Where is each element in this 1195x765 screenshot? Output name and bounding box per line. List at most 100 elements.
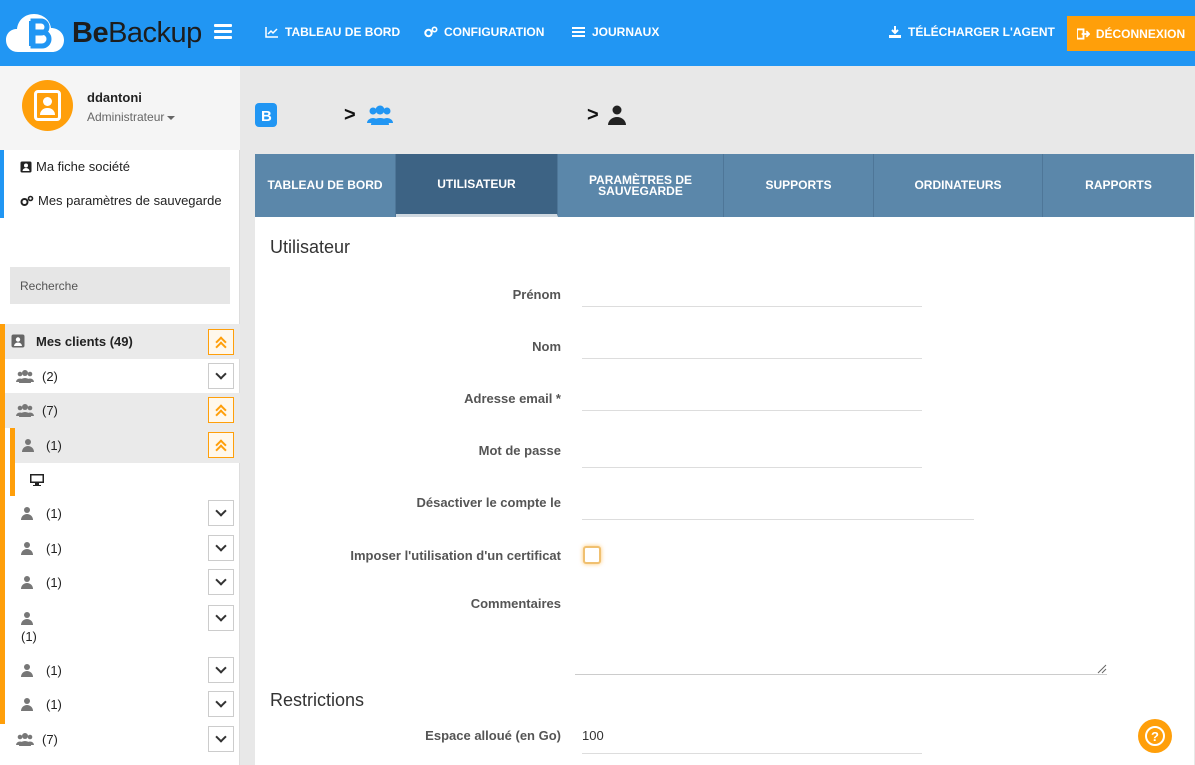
tree-row-user[interactable]: (1) (5, 687, 240, 722)
password-label: Mot de passe (478, 443, 561, 458)
email-label: Adresse email * (464, 391, 561, 406)
comments-label: Commentaires (470, 596, 561, 611)
avatar (22, 80, 73, 131)
cloud-logo-icon (6, 14, 64, 52)
tree-row-user[interactable]: (1) (5, 600, 240, 650)
profile-username: ddantoni (87, 90, 142, 105)
email-input[interactable] (582, 385, 922, 411)
logout-button[interactable]: DÉCONNEXION (1067, 16, 1195, 51)
chevron-down-icon (215, 610, 227, 622)
brand-name: BeBackup (72, 16, 202, 49)
question-icon: ? (1145, 726, 1165, 746)
nav-download-agent[interactable]: TÉLÉCHARGER L'AGENT (888, 25, 1055, 39)
tree-row-user[interactable]: (1) (5, 565, 240, 600)
user-icon (21, 664, 33, 677)
expand-button[interactable] (208, 605, 234, 631)
tree-row-user-selected[interactable]: (1) (15, 428, 240, 463)
users-icon (16, 404, 34, 417)
user-icon (21, 576, 33, 589)
expand-button[interactable] (208, 726, 234, 752)
sidebar-link-backup-settings[interactable]: Mes paramètres de sauvegarde (20, 193, 222, 208)
angle-double-up-icon (216, 404, 226, 416)
user-icon (21, 612, 33, 625)
users-icon (367, 105, 393, 125)
tree-row-user[interactable]: (1) (5, 496, 240, 531)
download-icon (889, 26, 901, 38)
nav-logs[interactable]: JOURNAUX (572, 25, 659, 39)
tab-computers[interactable]: ORDINATEURS (874, 154, 1043, 217)
user-icon (22, 439, 34, 452)
expand-button[interactable] (208, 657, 234, 683)
address-card-icon (20, 161, 32, 172)
chevron-down-icon (215, 540, 227, 552)
user-icon (21, 507, 33, 520)
tree-row-group[interactable]: (7) (5, 722, 240, 757)
nav-configuration[interactable]: CONFIGURATION (424, 25, 544, 39)
help-button[interactable]: ? (1138, 719, 1172, 753)
expand-button[interactable] (208, 691, 234, 717)
menu-toggle-icon[interactable] (214, 24, 232, 40)
certificate-checkbox[interactable] (583, 546, 601, 564)
tree-row-group[interactable]: (2) (5, 359, 240, 394)
breadcrumb-separator: > (587, 103, 599, 126)
sidebar-search-input[interactable] (10, 267, 230, 304)
quota-label: Espace alloué (en Go) (425, 728, 561, 743)
certificate-label: Imposer l'utilisation d'un certificat (350, 548, 561, 563)
tab-supports[interactable]: SUPPORTS (724, 154, 874, 217)
breadcrumb-separator: > (344, 103, 356, 126)
quota-input[interactable]: 100 (582, 728, 922, 754)
collapse-button[interactable] (208, 329, 234, 355)
firstname-input[interactable] (582, 281, 922, 307)
section-title-restrictions: Restrictions (270, 690, 365, 710)
tree-row-computer[interactable] (15, 462, 240, 497)
expand-button[interactable] (208, 363, 234, 389)
tab-reports[interactable]: RAPPORTS (1043, 154, 1194, 217)
collapse-button[interactable] (208, 397, 234, 423)
user-profile: ddantoni Administrateur (0, 66, 240, 150)
password-input[interactable] (582, 442, 922, 468)
comments-textarea[interactable] (575, 593, 1107, 675)
firstname-label: Prénom (512, 287, 561, 302)
chevron-down-icon (215, 731, 227, 743)
breadcrumb: B (255, 100, 283, 130)
tree-row-user[interactable]: (1) (5, 531, 240, 566)
expand-button[interactable] (208, 569, 234, 595)
collapse-button[interactable] (208, 432, 234, 458)
nav-dashboard[interactable]: TABLEAU DE BORD (265, 25, 400, 39)
user-icon (21, 698, 33, 711)
users-icon (16, 733, 34, 746)
chart-line-icon (265, 27, 278, 38)
chevron-down-icon (215, 696, 227, 708)
tree-row-my-clients[interactable]: Mes clients (49) (5, 324, 240, 359)
list-icon (572, 27, 585, 37)
angle-double-up-icon (216, 336, 226, 348)
breadcrumb-group (367, 100, 399, 130)
profile-role-dropdown[interactable]: Administrateur (87, 110, 176, 124)
breadcrumb-user (608, 100, 632, 130)
angle-double-up-icon (216, 439, 226, 451)
sidebar-link-company[interactable]: Ma fiche société (20, 159, 130, 174)
gears-icon (424, 26, 438, 38)
expand-button[interactable] (208, 500, 234, 526)
tab-dashboard[interactable]: TABLEAU DE BORD (255, 154, 396, 217)
disable-date-input[interactable] (582, 494, 974, 520)
resize-handle-icon[interactable] (1097, 664, 1107, 674)
bebackup-logo[interactable]: BeBackup (6, 10, 202, 56)
lastname-input[interactable] (582, 333, 922, 359)
tab-backup-settings[interactable]: PARAMÈTRES DE SAUVEGARDE (558, 154, 724, 217)
tab-user[interactable]: UTILISATEUR (396, 154, 558, 217)
expand-button[interactable] (208, 535, 234, 561)
tree-row-user[interactable]: (1) (5, 653, 240, 688)
desktop-icon (30, 474, 44, 486)
section-title-user: Utilisateur (270, 237, 351, 257)
user-icon (608, 105, 626, 125)
sign-out-icon (1076, 27, 1090, 40)
caret-down-icon (167, 115, 176, 120)
disable-date-label: Désactiver le compte le (416, 495, 561, 510)
tree-row-group[interactable]: (7) (5, 393, 240, 428)
user-card-icon (34, 90, 61, 121)
lastname-label: Nom (532, 339, 561, 354)
user-form-panel: Utilisateur Prénom Nom Adresse email * M… (255, 217, 1194, 765)
users-icon (16, 370, 34, 383)
chevron-down-icon (215, 505, 227, 517)
